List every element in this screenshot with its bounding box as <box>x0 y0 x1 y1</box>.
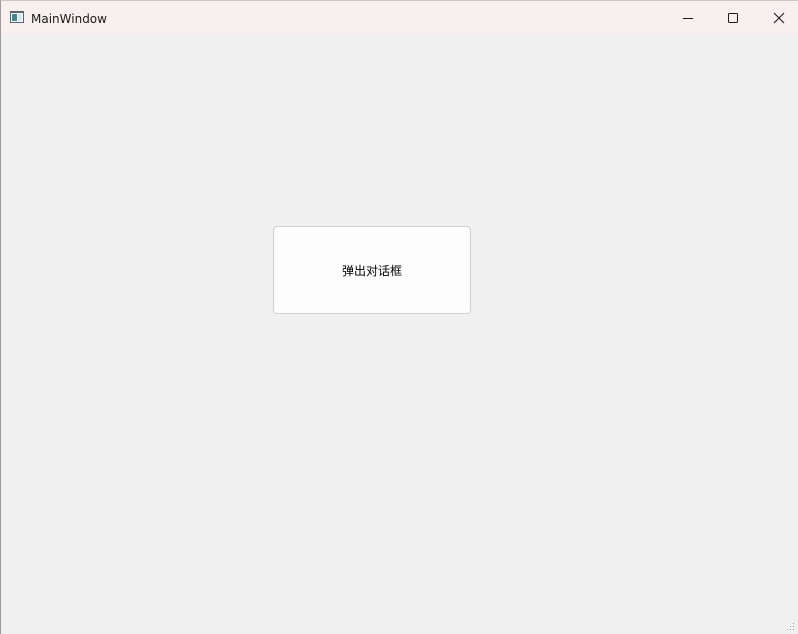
maximize-icon <box>728 13 738 23</box>
minimize-icon <box>683 18 693 19</box>
title-bar[interactable]: MainWindow <box>1 1 798 34</box>
popup-dialog-button[interactable]: 弹出对话框 <box>273 226 471 314</box>
minimize-button[interactable] <box>665 1 711 34</box>
close-icon <box>773 12 785 24</box>
main-window: MainWindow 弹出对话框 <box>0 0 798 634</box>
resize-grip-icon[interactable] <box>787 623 796 632</box>
window-title: MainWindow <box>31 12 107 26</box>
maximize-button[interactable] <box>710 1 756 34</box>
app-window-icon[interactable] <box>10 11 24 23</box>
close-button[interactable] <box>755 1 798 34</box>
